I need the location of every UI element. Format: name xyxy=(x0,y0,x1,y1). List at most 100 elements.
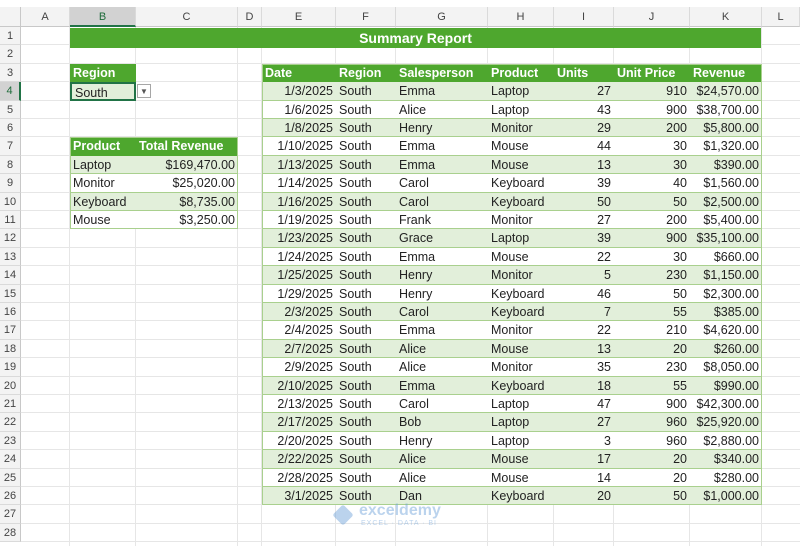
table-cell[interactable]: $2,300.00 xyxy=(690,285,762,303)
table-cell[interactable]: 14 xyxy=(554,469,614,487)
table-cell[interactable]: Mouse xyxy=(488,137,554,155)
row-header-22[interactable]: 22 xyxy=(0,413,21,432)
table-cell[interactable]: $1,560.00 xyxy=(690,174,762,192)
row-header-20[interactable]: 20 xyxy=(0,376,21,395)
table-cell[interactable]: 900 xyxy=(614,395,690,413)
row-header-24[interactable]: 24 xyxy=(0,450,21,469)
table-cell[interactable]: 35 xyxy=(554,358,614,376)
table-cell[interactable]: $4,620.00 xyxy=(690,321,762,339)
table-cell[interactable]: 50 xyxy=(614,193,690,211)
row-header-8[interactable]: 8 xyxy=(0,155,21,175)
row-header-27[interactable]: 27 xyxy=(0,505,21,524)
table-cell[interactable]: $8,050.00 xyxy=(690,358,762,376)
column-header-k[interactable]: K xyxy=(690,7,762,27)
table-cell[interactable]: Emma xyxy=(396,156,488,174)
table-cell[interactable]: Emma xyxy=(396,377,488,395)
row-header-1[interactable]: 1 xyxy=(0,27,21,46)
dropdown-arrow-icon[interactable]: ▼ xyxy=(137,84,151,99)
column-header-e[interactable]: E xyxy=(262,7,336,27)
table-cell[interactable]: 1/23/2025 xyxy=(262,229,336,247)
row-header-28[interactable]: 28 xyxy=(0,523,21,543)
column-header-h[interactable]: H xyxy=(488,7,554,27)
table-cell[interactable]: South xyxy=(336,432,396,450)
column-header-c[interactable]: C xyxy=(136,7,238,27)
table-cell[interactable]: Keyboard xyxy=(488,303,554,321)
table-cell[interactable]: 2/20/2025 xyxy=(262,432,336,450)
table-cell[interactable]: South xyxy=(336,358,396,376)
table-cell[interactable]: 2/4/2025 xyxy=(262,321,336,339)
table-cell[interactable]: South xyxy=(336,303,396,321)
table-cell[interactable]: Emma xyxy=(396,321,488,339)
row-header-21[interactable]: 21 xyxy=(0,395,21,414)
table-cell[interactable]: $990.00 xyxy=(690,377,762,395)
table-cell[interactable]: 200 xyxy=(614,211,690,229)
table-cell[interactable]: South xyxy=(336,211,396,229)
table-cell[interactable]: 900 xyxy=(614,101,690,119)
column-header-f[interactable]: F xyxy=(336,7,396,27)
row-header-14[interactable]: 14 xyxy=(0,266,21,285)
table-cell[interactable]: South xyxy=(336,248,396,266)
row-header-23[interactable]: 23 xyxy=(0,431,21,451)
table-cell[interactable]: Mouse xyxy=(488,156,554,174)
table-cell[interactable]: $390.00 xyxy=(690,156,762,174)
table-cell[interactable]: South xyxy=(336,450,396,468)
table-cell[interactable]: Monitor xyxy=(488,321,554,339)
table-cell[interactable]: 2/28/2025 xyxy=(262,469,336,487)
row-header-16[interactable]: 16 xyxy=(0,303,21,322)
table-cell[interactable]: $5,400.00 xyxy=(690,211,762,229)
column-header-d[interactable]: D xyxy=(238,7,262,27)
table-cell[interactable]: 18 xyxy=(554,377,614,395)
row-header-9[interactable]: 9 xyxy=(0,174,21,193)
table-cell[interactable]: Keyboard xyxy=(488,193,554,211)
table-cell[interactable]: 1/3/2025 xyxy=(262,82,336,100)
summary-cell[interactable]: $8,735.00 xyxy=(136,193,238,211)
table-cell[interactable]: 210 xyxy=(614,321,690,339)
table-cell[interactable]: $2,880.00 xyxy=(690,432,762,450)
row-header-2[interactable]: 2 xyxy=(0,45,21,64)
summary-cell[interactable]: $3,250.00 xyxy=(136,211,238,229)
table-cell[interactable]: 55 xyxy=(614,377,690,395)
table-cell[interactable]: South xyxy=(336,285,396,303)
table-cell[interactable]: 22 xyxy=(554,321,614,339)
table-cell[interactable]: Laptop xyxy=(488,82,554,100)
table-cell[interactable]: 22 xyxy=(554,248,614,266)
row-header-25[interactable]: 25 xyxy=(0,468,21,487)
table-cell[interactable]: 1/29/2025 xyxy=(262,285,336,303)
table-cell[interactable]: 3 xyxy=(554,432,614,450)
table-cell[interactable]: Keyboard xyxy=(488,285,554,303)
table-cell[interactable]: Alice xyxy=(396,450,488,468)
row-header-11[interactable]: 11 xyxy=(0,211,21,230)
column-header-l[interactable]: L xyxy=(762,7,800,27)
summary-cell[interactable]: Monitor xyxy=(70,174,136,192)
row-header-13[interactable]: 13 xyxy=(0,247,21,267)
table-cell[interactable]: Monitor xyxy=(488,266,554,284)
select-all-corner[interactable] xyxy=(0,7,21,27)
table-cell[interactable]: 2/9/2025 xyxy=(262,358,336,376)
table-cell[interactable]: $280.00 xyxy=(690,469,762,487)
table-cell[interactable]: Alice xyxy=(396,340,488,358)
column-header-a[interactable]: A xyxy=(21,7,70,27)
table-cell[interactable]: $42,300.00 xyxy=(690,395,762,413)
table-cell[interactable]: Mouse xyxy=(488,340,554,358)
table-cell[interactable]: 46 xyxy=(554,285,614,303)
table-cell[interactable]: Carol xyxy=(396,395,488,413)
row-header-26[interactable]: 26 xyxy=(0,487,21,506)
summary-cell[interactable]: $169,470.00 xyxy=(136,156,238,174)
table-cell[interactable]: Monitor xyxy=(488,119,554,137)
table-cell[interactable]: 910 xyxy=(614,82,690,100)
table-cell[interactable]: 960 xyxy=(614,432,690,450)
row-header-5[interactable]: 5 xyxy=(0,100,21,119)
row-header-7[interactable]: 7 xyxy=(0,137,21,156)
table-cell[interactable]: Carol xyxy=(396,303,488,321)
table-cell[interactable]: 1/10/2025 xyxy=(262,137,336,155)
table-cell[interactable]: Henry xyxy=(396,432,488,450)
table-cell[interactable]: South xyxy=(336,82,396,100)
table-cell[interactable]: Laptop xyxy=(488,229,554,247)
table-cell[interactable]: South xyxy=(336,193,396,211)
table-cell[interactable]: 27 xyxy=(554,413,614,431)
table-cell[interactable]: 47 xyxy=(554,395,614,413)
table-cell[interactable]: South xyxy=(336,377,396,395)
table-cell[interactable]: 2/22/2025 xyxy=(262,450,336,468)
table-cell[interactable]: 30 xyxy=(614,156,690,174)
table-cell[interactable]: Alice xyxy=(396,358,488,376)
